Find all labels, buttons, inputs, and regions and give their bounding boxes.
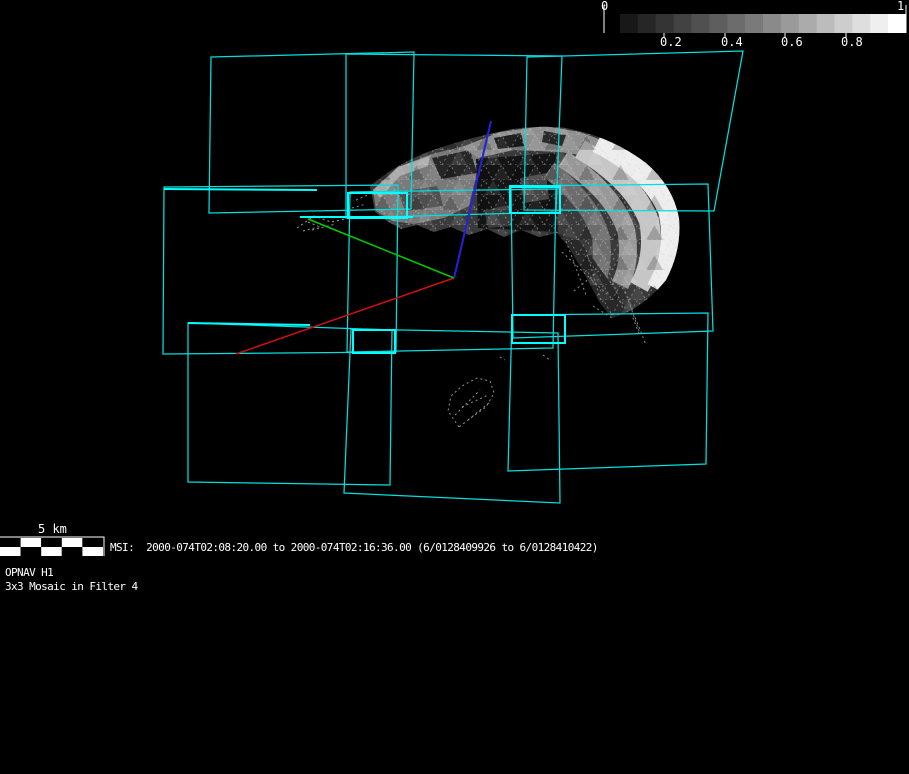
axis-x-red (236, 278, 454, 354)
colorbar (604, 5, 907, 38)
msi-caption: MSI: 2000-074T02:08:20.00 to 2000-074T02… (110, 542, 598, 554)
scene-svg (0, 0, 909, 774)
colorbar-step (817, 14, 835, 33)
visualization-canvas: 0 1 0.2 0.4 0.6 0.8 5 km MSI: 2000-074T0… (0, 0, 909, 774)
colorbar-step (709, 14, 727, 33)
scalebar-cell (0, 547, 21, 556)
colorbar-step (888, 14, 906, 33)
colorbar-tick-label-08: 0.8 (841, 36, 863, 49)
colorbar-tick-label-06: 0.6 (781, 36, 803, 49)
scalebar-cell (21, 547, 42, 556)
scalebar-cell (41, 547, 62, 556)
colorbar-step (692, 14, 710, 33)
colorbar-step (781, 14, 799, 33)
scale-bar (0, 537, 104, 556)
footprint-bottom-left (188, 323, 392, 485)
scalebar-cell (0, 538, 21, 547)
scalebar-label: 5 km (38, 523, 67, 536)
footprint-bright-edge (164, 189, 317, 190)
scalebar-cell (82, 538, 103, 547)
colorbar-step (656, 14, 674, 33)
colorbar-step (674, 14, 692, 33)
colorbar-step (763, 14, 781, 33)
colorbar-step (638, 14, 656, 33)
scalebar-cell (82, 547, 103, 556)
footprint-bottom-middle (344, 329, 560, 503)
colorbar-step (745, 14, 763, 33)
scalebar-cell (21, 538, 42, 547)
colorbar-step (727, 14, 745, 33)
footprint-marker-marker-3 (512, 315, 565, 343)
colorbar-step (852, 14, 870, 33)
colorbar-step (835, 14, 853, 33)
colorbar-tick-label-02: 0.2 (660, 36, 682, 49)
scalebar-cell (41, 538, 62, 547)
footprint-bright-edge (188, 323, 310, 325)
colorbar-max-label: 1 (897, 0, 904, 13)
colorbar-step (799, 14, 817, 33)
colorbar-min-label: 0 (601, 0, 608, 13)
scalebar-cell (62, 547, 83, 556)
colorbar-step (870, 14, 888, 33)
asteroid-wireframe-fragment (448, 378, 494, 427)
colorbar-step (620, 14, 638, 33)
footprint-marker-marker-4 (353, 330, 395, 353)
mosaic-label: 3x3 Mosaic in Filter 4 (5, 581, 138, 593)
scalebar-cell (62, 538, 83, 547)
opnav-label: OPNAV H1 (5, 567, 53, 579)
colorbar-tick-label-04: 0.4 (721, 36, 743, 49)
asteroid-model (297, 126, 679, 427)
